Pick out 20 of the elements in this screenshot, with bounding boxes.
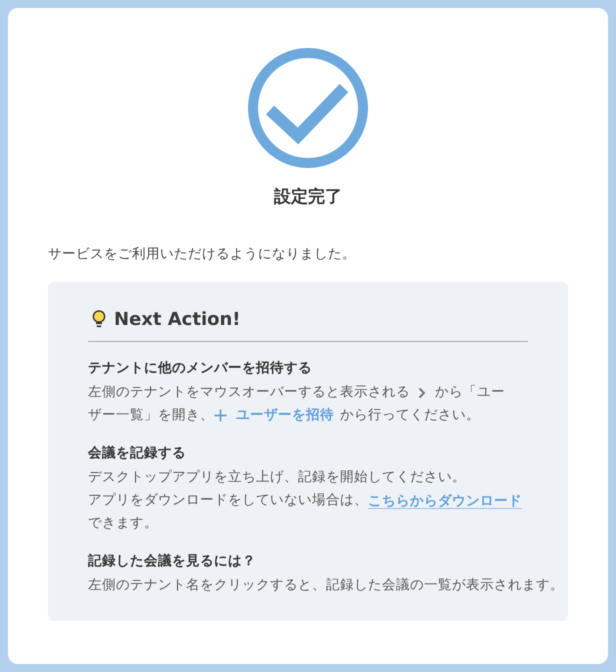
- plus-icon: [214, 409, 227, 422]
- section-text: から行ってください。: [340, 406, 480, 425]
- completion-title: 設定完了: [274, 186, 342, 209]
- section-text: から「ユー: [435, 383, 505, 402]
- invite-user-label: ユーザーを招待: [236, 406, 334, 425]
- check-circle-icon: [248, 48, 368, 168]
- section-title: テナントに他のメンバーを招待する: [88, 359, 312, 378]
- lightbulb-icon: [92, 310, 106, 330]
- download-link[interactable]: こちらからダウンロード: [368, 490, 522, 510]
- next-action-heading: Next Action!: [114, 308, 241, 332]
- section-title: 会議を記録する: [88, 444, 186, 463]
- section-text: 左側のテナントをマウスオーバーすると表示される: [88, 383, 410, 402]
- chevron-icon: [418, 386, 426, 398]
- section-text: 左側のテナント名をクリックすると、記録した会議の一覧が表示されます。: [88, 576, 564, 595]
- section-text: アプリをダウンロードをしていない場合は、: [88, 491, 368, 510]
- section-title: 記録した会議を見るには？: [88, 552, 256, 571]
- section-text: ザー一覧」を開き、: [88, 406, 214, 425]
- section-text: デスクトップアプリを立ち上げ、記録を開始してください。: [88, 468, 466, 487]
- status-message: サービスをご利用いただけるようになりました。: [48, 245, 356, 264]
- section-text: できます。: [88, 514, 158, 533]
